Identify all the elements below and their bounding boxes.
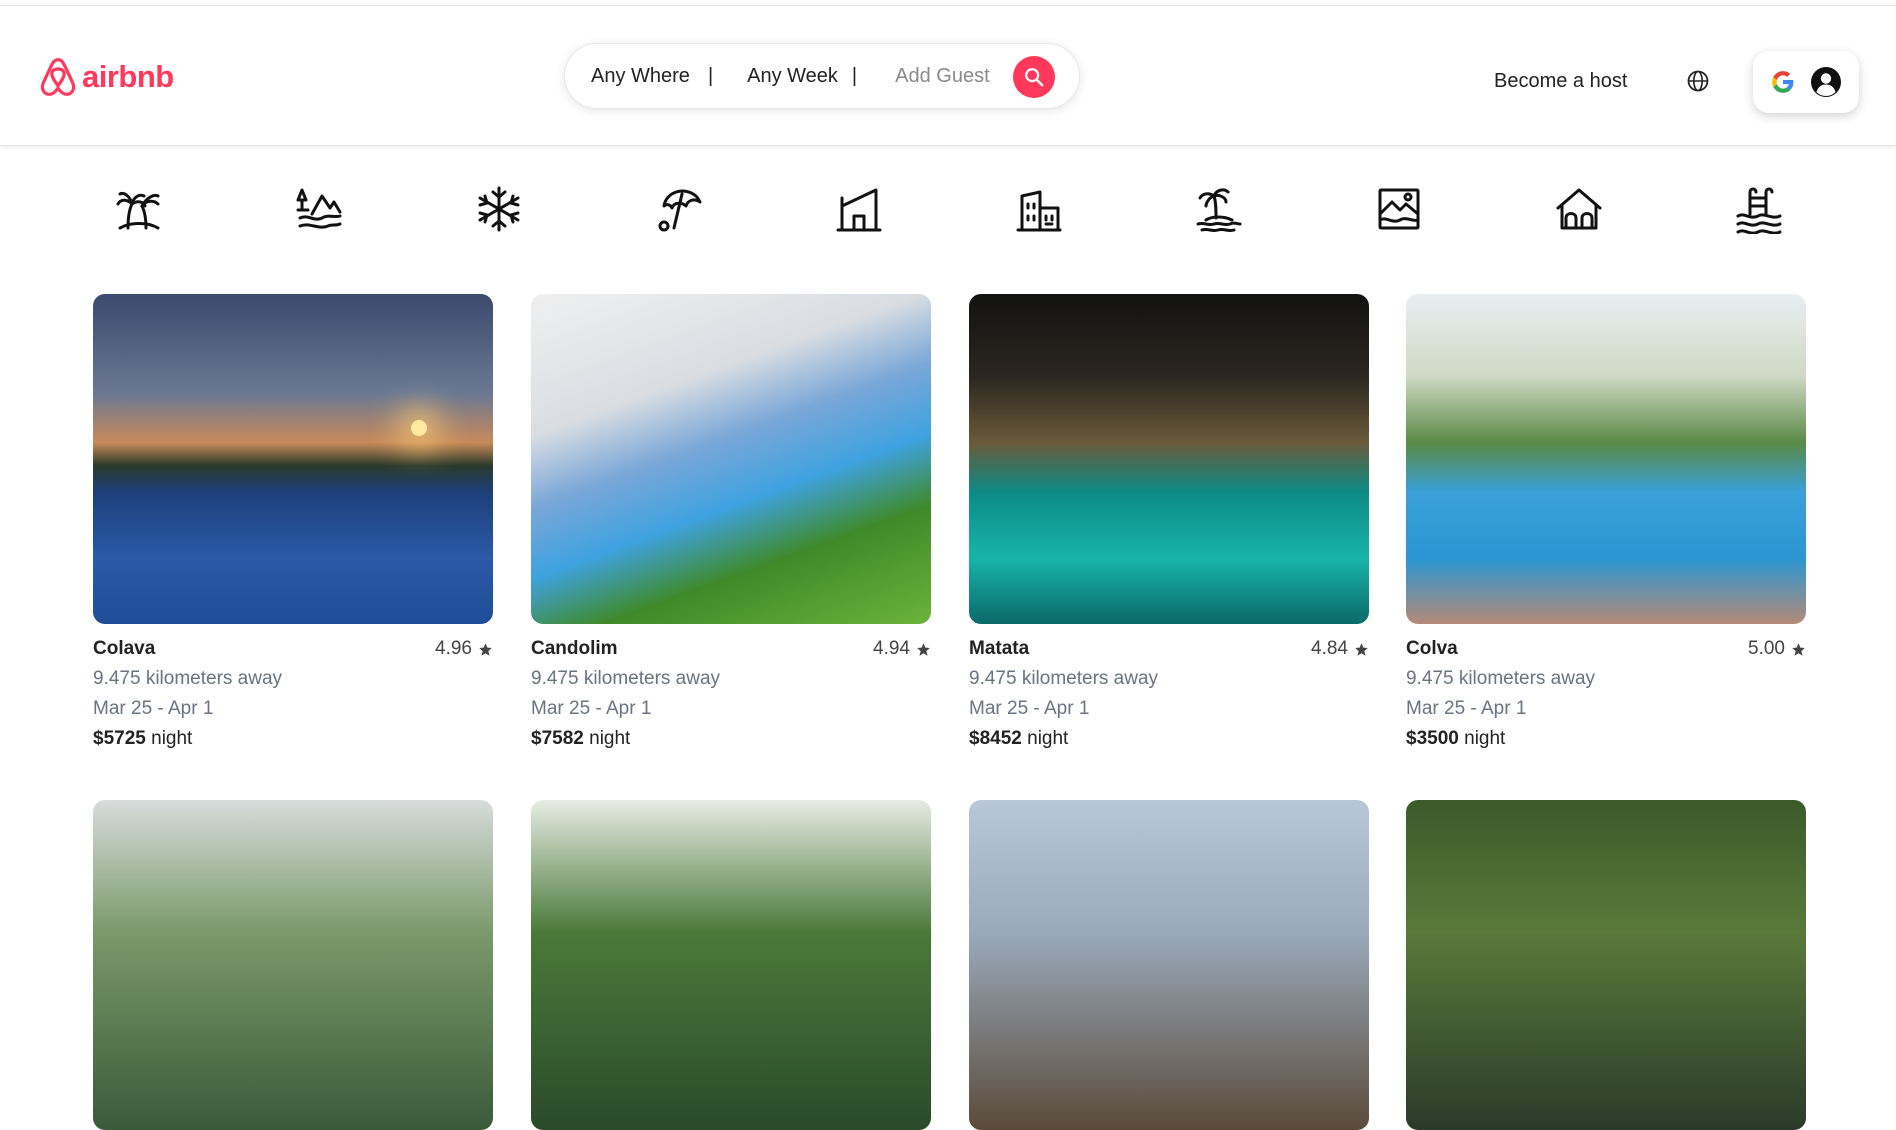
listing-price: $5725 bbox=[93, 728, 146, 749]
listing-photo[interactable] bbox=[93, 800, 493, 1130]
category-arctic[interactable] bbox=[472, 182, 526, 236]
listing-title: Colva bbox=[1406, 638, 1458, 659]
listing-price-line: $7582 night bbox=[531, 728, 931, 750]
listing-price-unit: night bbox=[151, 728, 193, 749]
buildings-icon bbox=[1016, 190, 1062, 232]
star-icon bbox=[479, 642, 492, 656]
listing-card[interactable] bbox=[93, 800, 493, 1130]
listing-price-unit: night bbox=[1464, 728, 1506, 749]
listing-price-unit: night bbox=[589, 728, 631, 749]
listing-distance: 9.475 kilometers away bbox=[1406, 668, 1596, 689]
listing-card[interactable]: Colva 5.00 9.475 kilometers away Mar 25 … bbox=[1406, 294, 1806, 750]
listing-price-line: $8452 night bbox=[969, 728, 1369, 750]
airbnb-logo[interactable]: airbnb bbox=[38, 56, 174, 98]
star-icon bbox=[1355, 642, 1368, 656]
listing-card[interactable]: Matata 4.84 9.475 kilometers away Mar 25… bbox=[969, 294, 1369, 750]
category-palm-trees[interactable] bbox=[112, 182, 166, 236]
star-icon bbox=[917, 642, 930, 656]
listing-rating: 5.00 bbox=[1748, 638, 1806, 660]
listing-photo[interactable] bbox=[1406, 294, 1806, 624]
google-icon bbox=[1772, 71, 1794, 93]
category-countryside[interactable] bbox=[292, 182, 346, 236]
listing-photo[interactable] bbox=[969, 294, 1369, 624]
search-button[interactable] bbox=[1013, 56, 1055, 98]
search-where[interactable]: Any Where bbox=[591, 65, 690, 88]
listing-price: $8452 bbox=[969, 728, 1022, 749]
pools-icon bbox=[1736, 187, 1782, 234]
snowflake-icon bbox=[478, 186, 520, 232]
listing-price-line: $3500 night bbox=[1406, 728, 1806, 750]
avatar-icon bbox=[1811, 67, 1841, 97]
site-header: airbnb Any Where | Any Week | Add Guest … bbox=[0, 6, 1896, 146]
listing-photo[interactable] bbox=[969, 800, 1369, 1130]
listing-distance: 9.475 kilometers away bbox=[969, 668, 1159, 689]
listing-dates: Mar 25 - Apr 1 bbox=[969, 698, 1090, 719]
listing-rating: 4.84 bbox=[1311, 638, 1369, 660]
star-icon bbox=[1792, 642, 1805, 656]
airbnb-logo-icon bbox=[40, 58, 76, 96]
search-add-guest[interactable]: Add Guest bbox=[895, 65, 990, 88]
listing-card[interactable]: Colava 4.96 9.475 kilometers away Mar 25… bbox=[93, 294, 493, 750]
listing-card[interactable] bbox=[969, 800, 1369, 1130]
become-host-link[interactable]: Become a host bbox=[1494, 70, 1627, 93]
search-separator: | bbox=[851, 64, 858, 87]
listing-dates: Mar 25 - Apr 1 bbox=[531, 698, 652, 719]
category-bar bbox=[112, 182, 1788, 236]
search-bar[interactable]: Any Where | Any Week | Add Guest bbox=[564, 43, 1080, 109]
listing-card[interactable] bbox=[1406, 800, 1806, 1130]
listing-distance: 9.475 kilometers away bbox=[93, 668, 283, 689]
search-icon bbox=[1025, 68, 1044, 87]
listing-card[interactable] bbox=[531, 800, 931, 1130]
listing-title: Matata bbox=[969, 638, 1030, 659]
listing-photo[interactable] bbox=[1406, 800, 1806, 1130]
listing-price: $7582 bbox=[531, 728, 584, 749]
user-menu-button[interactable] bbox=[1753, 51, 1859, 113]
category-lake[interactable] bbox=[1372, 182, 1426, 236]
category-beach[interactable] bbox=[652, 182, 706, 236]
listing-title: Candolim bbox=[531, 638, 618, 659]
search-separator: | bbox=[707, 64, 714, 87]
countryside-icon bbox=[296, 188, 342, 229]
category-modern-house[interactable] bbox=[832, 182, 886, 236]
listing-rating: 4.96 bbox=[435, 638, 493, 660]
listing-card[interactable]: Candolim 4.94 9.475 kilometers away Mar … bbox=[531, 294, 931, 750]
listing-photo[interactable] bbox=[531, 800, 931, 1130]
search-week[interactable]: Any Week bbox=[747, 65, 838, 88]
beach-umbrella-icon bbox=[658, 189, 702, 232]
listing-dates: Mar 25 - Apr 1 bbox=[93, 698, 214, 719]
cabins-icon bbox=[1556, 188, 1602, 230]
palm-trees-icon bbox=[116, 192, 160, 230]
listing-distance: 9.475 kilometers away bbox=[531, 668, 721, 689]
listing-title: Colava bbox=[93, 638, 156, 659]
category-pools[interactable] bbox=[1732, 182, 1786, 236]
globe-icon[interactable] bbox=[1686, 69, 1710, 93]
category-buildings[interactable] bbox=[1012, 182, 1066, 236]
modern-house-icon bbox=[836, 188, 882, 232]
category-cabins[interactable] bbox=[1552, 182, 1606, 236]
category-islands[interactable] bbox=[1192, 182, 1246, 236]
listing-price: $3500 bbox=[1406, 728, 1459, 749]
listing-photo[interactable] bbox=[93, 294, 493, 624]
lake-view-icon bbox=[1378, 188, 1420, 230]
listing-rating: 4.94 bbox=[873, 638, 931, 660]
listing-price-unit: night bbox=[1027, 728, 1069, 749]
island-icon bbox=[1196, 188, 1242, 233]
listing-price-line: $5725 night bbox=[93, 728, 493, 750]
logo-text: airbnb bbox=[82, 59, 174, 94]
listing-photo[interactable] bbox=[531, 294, 931, 624]
listing-dates: Mar 25 - Apr 1 bbox=[1406, 698, 1527, 719]
